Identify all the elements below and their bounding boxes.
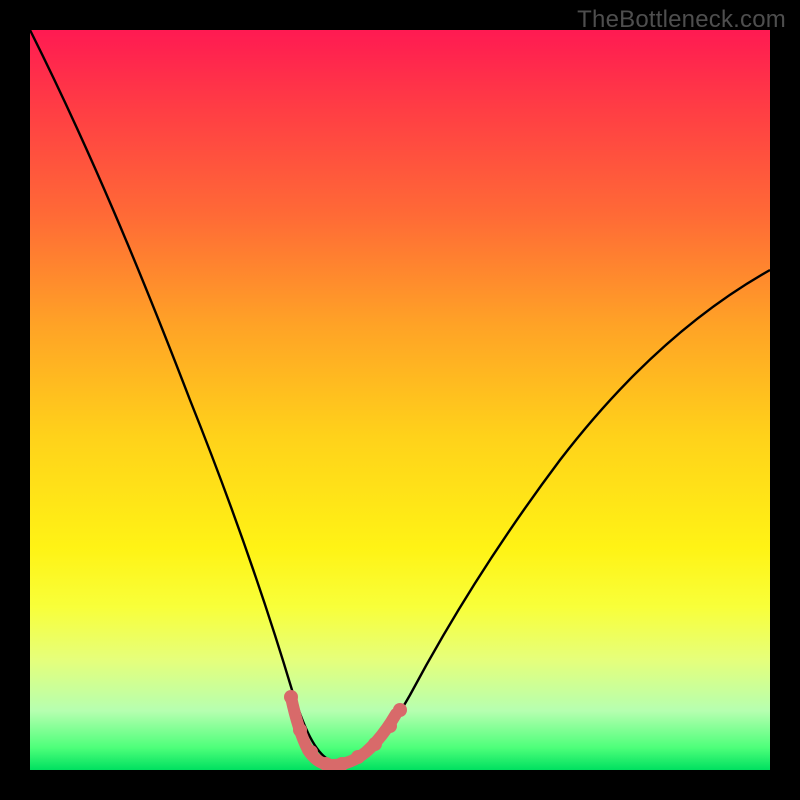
bottleneck-curve [30, 30, 770, 762]
curve-layer [30, 30, 770, 770]
chart-frame: TheBottleneck.com [0, 0, 800, 800]
plot-area [30, 30, 770, 770]
minimum-beads [284, 690, 407, 770]
watermark-label: TheBottleneck.com [577, 6, 786, 34]
